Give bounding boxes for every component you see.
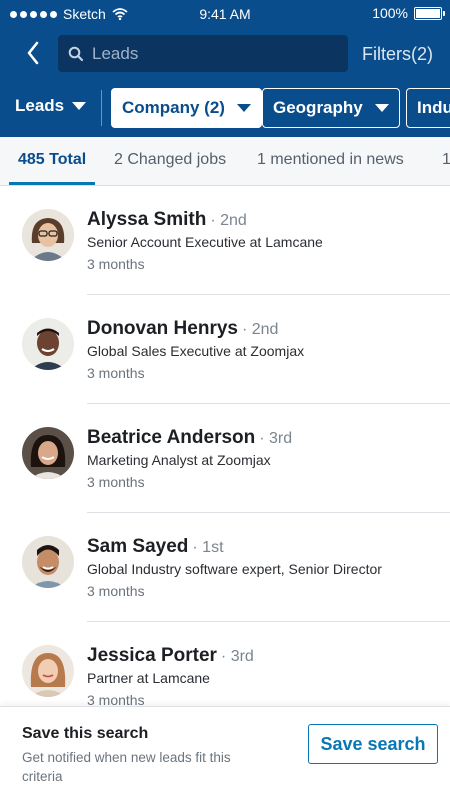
chip-label: Company (2) xyxy=(122,98,225,117)
battery-percent: 100% xyxy=(372,5,408,21)
lead-time: 3 months xyxy=(87,365,145,381)
lead-time: 3 months xyxy=(87,583,145,599)
connection-degree: · 1st xyxy=(192,539,224,556)
lead-name: Sam Sayed xyxy=(87,536,189,557)
chevron-left-icon xyxy=(27,41,39,65)
chips-divider xyxy=(101,90,102,126)
avatar xyxy=(22,209,74,261)
save-search-bar: Save this search Get notified when new l… xyxy=(0,706,450,800)
leads-dropdown[interactable]: Leads xyxy=(15,96,87,116)
search-input[interactable] xyxy=(92,43,332,64)
lead-name: Jessica Porter xyxy=(87,645,217,666)
chip-label: Geography xyxy=(273,98,363,117)
lead-title: Partner at Lamcane xyxy=(87,670,210,686)
lead-name-line: Sam Sayed · 1st xyxy=(87,536,224,558)
avatar xyxy=(22,645,74,697)
lead-name: Alyssa Smith xyxy=(87,209,207,230)
connection-degree: · 3rd xyxy=(259,430,293,447)
tab-mentioned-in-news[interactable]: 1 mentioned in news xyxy=(257,151,404,169)
lead-time: 3 months xyxy=(87,474,145,490)
connection-degree: · 2nd xyxy=(241,321,279,338)
battery-icon xyxy=(414,6,445,20)
lead-list-item[interactable]: Donovan Henrys · 2nd Global Sales Executi… xyxy=(0,295,450,404)
lead-list-item[interactable]: Beatrice Anderson · 3rd Marketing Analyst… xyxy=(0,404,450,513)
company-filter-chip[interactable]: Company (2) xyxy=(111,88,262,128)
lead-name-line: Donovan Henrys · 2nd xyxy=(87,318,278,340)
leads-dropdown-label: Leads xyxy=(15,96,65,115)
save-search-title: Save this search xyxy=(22,725,149,742)
lead-name: Donovan Henrys xyxy=(87,318,238,339)
tab-changed-jobs[interactable]: 2 Changed jobs xyxy=(114,151,226,169)
avatar xyxy=(22,536,74,588)
avatar xyxy=(22,427,74,479)
geography-filter-chip[interactable]: Geography xyxy=(262,88,400,128)
status-bar: Sketch 9:41 AM 100% xyxy=(0,0,450,28)
lead-list-item[interactable]: Alyssa Smith · 2nd Senior Account Executi… xyxy=(0,186,450,295)
caret-down-icon xyxy=(374,104,389,112)
lead-title: Global Sales Executive at Zoomjax xyxy=(87,343,305,359)
back-button[interactable] xyxy=(22,38,48,68)
search-icon xyxy=(68,46,84,61)
lead-list-item[interactable]: Sam Sayed · 1st Global Industry software … xyxy=(0,513,450,622)
results-tabs: 485 Total 2 Changed jobs 1 mentioned in … xyxy=(0,137,450,186)
status-right: 100% xyxy=(372,5,445,21)
search-box[interactable] xyxy=(58,35,348,72)
lead-name: Beatrice Anderson xyxy=(87,427,256,448)
lead-title: Marketing Analyst at Zoomjax xyxy=(87,452,271,468)
lead-name-line: Beatrice Anderson · 3rd xyxy=(87,427,292,449)
connection-degree: · 2nd xyxy=(210,212,247,229)
industry-filter-chip[interactable]: Indu xyxy=(406,88,450,128)
active-tab-indicator xyxy=(9,182,95,185)
save-search-button[interactable]: Save search xyxy=(308,724,438,764)
save-search-description: Get notified when new leads fit this cri… xyxy=(22,750,231,784)
app-header: Sketch 9:41 AM 100% Filters(2) Leads xyxy=(0,0,450,137)
filter-chips-row: Leads Company (2) Geography Indu xyxy=(0,86,450,130)
lead-name-line: Jessica Porter · 3rd xyxy=(87,645,254,667)
caret-down-icon xyxy=(72,102,87,110)
tab-total[interactable]: 485 Total xyxy=(18,151,86,169)
lead-title: Global Industry software expert, Senior … xyxy=(87,561,382,577)
filters-button[interactable]: Filters(2) xyxy=(362,44,433,65)
connection-degree: · 3rd xyxy=(220,648,254,665)
lead-time: 3 months xyxy=(87,256,145,272)
lead-name-line: Alyssa Smith · 2nd xyxy=(87,209,247,231)
lead-title: Senior Account Executive at Lamcane xyxy=(87,234,323,250)
avatar xyxy=(22,318,74,370)
caret-down-icon xyxy=(236,104,251,112)
chip-label: Indu xyxy=(417,98,450,117)
tab-more[interactable]: 1 xyxy=(442,151,450,169)
